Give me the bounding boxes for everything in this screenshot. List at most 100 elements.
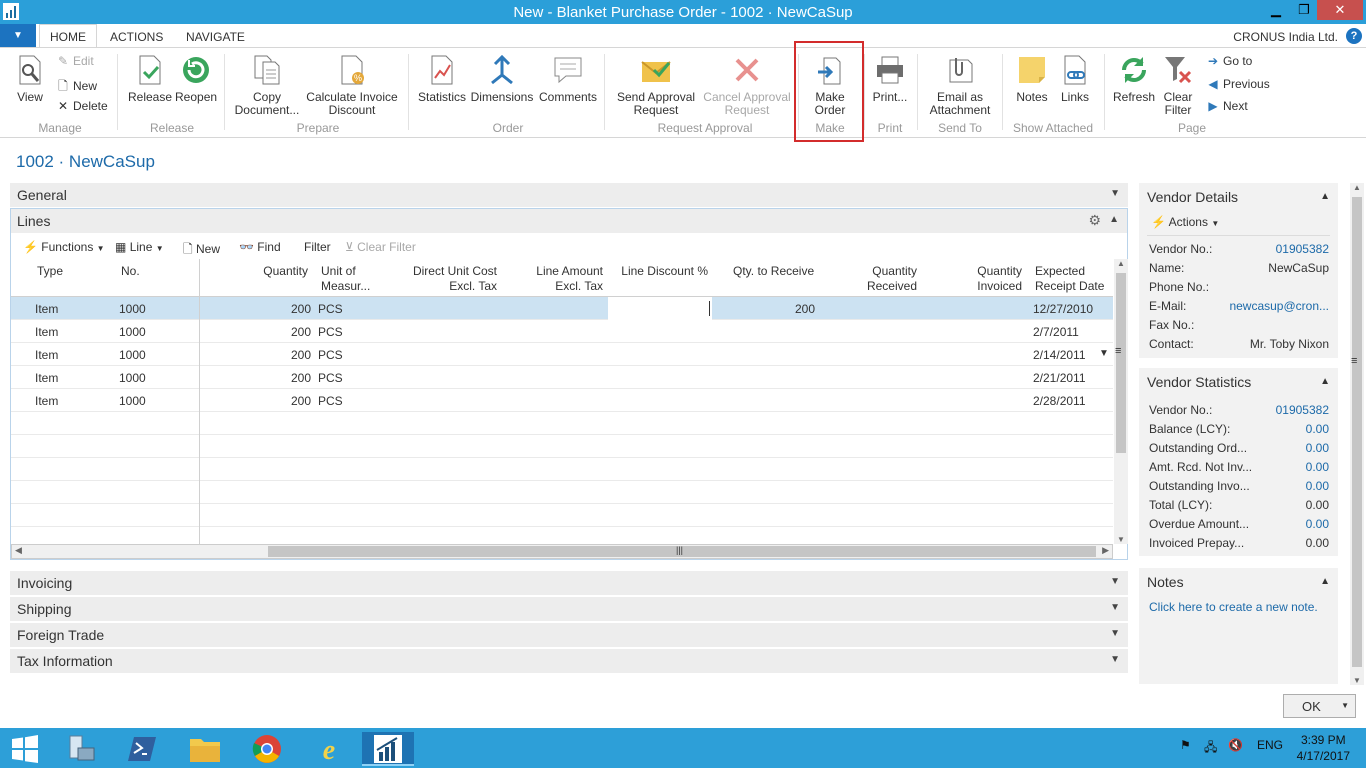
comments-button[interactable]: Comments — [538, 54, 598, 104]
fasttab-foreign-trade[interactable]: Foreign Trade ▼ — [10, 623, 1128, 647]
go-to-button[interactable]: ➔ Go to — [1206, 54, 1252, 68]
cell-unit[interactable]: PCS — [318, 371, 343, 385]
table-row[interactable]: Item 1000 200 PCS 2/28/2011 — [11, 389, 1113, 412]
cell-type[interactable]: Item — [35, 348, 58, 362]
cell-qty-to-receive[interactable]: 200 — [751, 302, 815, 316]
col-header-qty-to-receive[interactable]: Qty. to Receive — [733, 264, 814, 279]
scroll-left-icon[interactable]: ◀ — [15, 545, 22, 556]
dimensions-button[interactable]: Dimensions — [470, 54, 534, 104]
scroll-thumb[interactable] — [1352, 197, 1362, 667]
cell-unit[interactable]: PCS — [318, 348, 343, 362]
col-header-line-discount[interactable]: Line Discount % — [609, 264, 708, 279]
close-icon[interactable]: ✕ — [1317, 0, 1363, 20]
table-row[interactable] — [11, 458, 1113, 481]
cell-quantity[interactable]: 200 — [251, 394, 311, 408]
taskbar-powershell[interactable] — [117, 732, 169, 766]
col-header-no[interactable]: No. — [121, 264, 140, 279]
app-menu-button[interactable]: ▼ — [0, 24, 36, 48]
table-row[interactable]: Item 1000 200 PCS 2/21/2011 — [11, 366, 1113, 389]
minimize-icon[interactable]: ▁ — [1263, 0, 1289, 20]
clock[interactable]: 3:39 PM 4/17/2017 — [1297, 732, 1350, 764]
scroll-right-icon[interactable]: ▶ — [1102, 545, 1109, 556]
col-header-qty-received[interactable]: Quantity Received — [841, 264, 917, 294]
cell-expected-date[interactable]: 2/7/2011 — [1033, 325, 1079, 339]
table-row[interactable]: Item 1000 200 PCS 200 12/27/2010 — [11, 297, 1113, 320]
refresh-button[interactable]: Refresh — [1113, 54, 1155, 104]
cell-expected-date[interactable]: 2/14/2011 — [1033, 348, 1086, 362]
create-note-link[interactable]: Click here to create a new note. — [1149, 600, 1318, 614]
cell-unit[interactable]: PCS — [318, 394, 343, 408]
fasttab-invoicing[interactable]: Invoicing ▼ — [10, 571, 1128, 595]
cell-type[interactable]: Item — [35, 325, 58, 339]
volume-icon[interactable]: 🔇 — [1228, 738, 1243, 752]
cell-expected-date[interactable]: 12/27/2010 — [1033, 302, 1093, 316]
cell-quantity[interactable]: 200 — [251, 325, 311, 339]
cell-no[interactable]: 1000 — [119, 348, 146, 362]
send-approval-request-button[interactable]: Send Approval Request — [614, 54, 698, 117]
fasttab-general[interactable]: General ▼ — [10, 183, 1128, 207]
chevron-up-icon[interactable]: ▲ — [1320, 191, 1330, 202]
statistics-button[interactable]: Statistics — [418, 54, 466, 104]
functions-menu[interactable]: ⚡ Functions ▼ — [23, 240, 105, 254]
cell-type[interactable]: Item — [35, 394, 58, 408]
field-value[interactable]: newcasup@cron... — [1229, 299, 1329, 313]
tab-navigate[interactable]: NAVIGATE — [186, 24, 245, 48]
new-button[interactable]: 🗋 New — [56, 77, 97, 98]
table-row[interactable] — [11, 481, 1113, 504]
vendor-actions-menu[interactable]: ⚡ Actions ▼ — [1151, 215, 1219, 229]
cell-quantity[interactable]: 200 — [251, 302, 311, 316]
col-header-type[interactable]: Type — [37, 264, 63, 279]
cell-expected-date[interactable]: 2/28/2011 — [1033, 394, 1086, 408]
field-value[interactable]: 0.00 — [1306, 422, 1329, 436]
table-row[interactable] — [11, 435, 1113, 458]
settings-icon[interactable]: ⚙ — [1088, 212, 1101, 229]
table-row[interactable]: Item 1000 200 PCS 2/7/2011 — [11, 320, 1113, 343]
taskbar-dynamics-nav[interactable] — [362, 732, 414, 766]
col-header-quantity[interactable]: Quantity — [241, 264, 308, 279]
taskbar-server-manager[interactable] — [55, 732, 107, 766]
network-icon[interactable]: 🖧 — [1204, 738, 1217, 759]
table-row[interactable]: Item 1000 200 PCS 2/14/2011 ▼ — [11, 343, 1113, 366]
reopen-button[interactable]: Reopen — [175, 54, 217, 104]
lines-filter-button[interactable]: Filter — [304, 240, 331, 254]
field-value[interactable]: 0.00 — [1306, 460, 1329, 474]
lines-find-button[interactable]: 👓 Find — [239, 240, 281, 254]
restore-icon[interactable]: ❐ — [1291, 0, 1317, 20]
scroll-up-icon[interactable]: ▲ — [1117, 259, 1125, 268]
chevron-up-icon[interactable]: ▲ — [1320, 376, 1330, 387]
cell-unit[interactable]: PCS — [318, 302, 343, 316]
col-header-direct-unit-cost[interactable]: Direct Unit Cost Excl. Tax — [391, 264, 497, 294]
scroll-down-icon[interactable]: ▼ — [1117, 535, 1125, 544]
taskbar-internet-explorer[interactable]: e — [303, 732, 355, 766]
next-button[interactable]: ▶ Next — [1206, 99, 1247, 113]
calculate-invoice-discount-button[interactable]: % Calculate Invoice Discount — [305, 54, 399, 117]
links-button[interactable]: Links — [1058, 54, 1092, 104]
print-button[interactable]: Print... — [870, 54, 910, 104]
field-value[interactable]: 0.00 — [1306, 441, 1329, 455]
taskbar-file-explorer[interactable] — [179, 732, 231, 766]
company-name[interactable]: CRONUS India Ltd. — [1233, 30, 1338, 44]
field-value[interactable]: 0.00 — [1306, 479, 1329, 493]
lines-vertical-scrollbar[interactable]: ▲ ≡ ▼ — [1114, 259, 1128, 544]
cell-quantity[interactable]: 200 — [251, 348, 311, 362]
action-center-icon[interactable]: ⚑ — [1180, 738, 1191, 752]
col-header-line-amount[interactable]: Line Amount Excl. Tax — [511, 264, 603, 294]
table-row[interactable] — [11, 412, 1113, 435]
delete-button[interactable]: ✕ Delete — [56, 99, 108, 113]
release-button[interactable]: Release — [128, 54, 172, 104]
ok-button[interactable]: OK ▼ — [1283, 694, 1356, 718]
field-value[interactable]: 01905382 — [1276, 403, 1329, 417]
edit-button[interactable]: ✎ Edit — [56, 54, 94, 68]
notes-button[interactable]: Notes — [1012, 54, 1052, 104]
col-header-unit[interactable]: Unit of Measur... — [321, 264, 370, 294]
taskbar-chrome[interactable] — [241, 732, 293, 766]
cell-no[interactable]: 1000 — [119, 302, 146, 316]
cell-no[interactable]: 1000 — [119, 394, 146, 408]
field-value[interactable]: 0.00 — [1306, 517, 1329, 531]
language-indicator[interactable]: ENG — [1257, 738, 1283, 752]
cell-type[interactable]: Item — [35, 302, 58, 316]
fasttab-lines[interactable]: Lines ⚙ ▲ — [11, 209, 1127, 233]
cell-unit[interactable]: PCS — [318, 325, 343, 339]
scroll-thumb[interactable] — [1116, 273, 1126, 453]
page-vertical-scrollbar[interactable]: ▲ ≡ ▼ — [1350, 183, 1364, 685]
